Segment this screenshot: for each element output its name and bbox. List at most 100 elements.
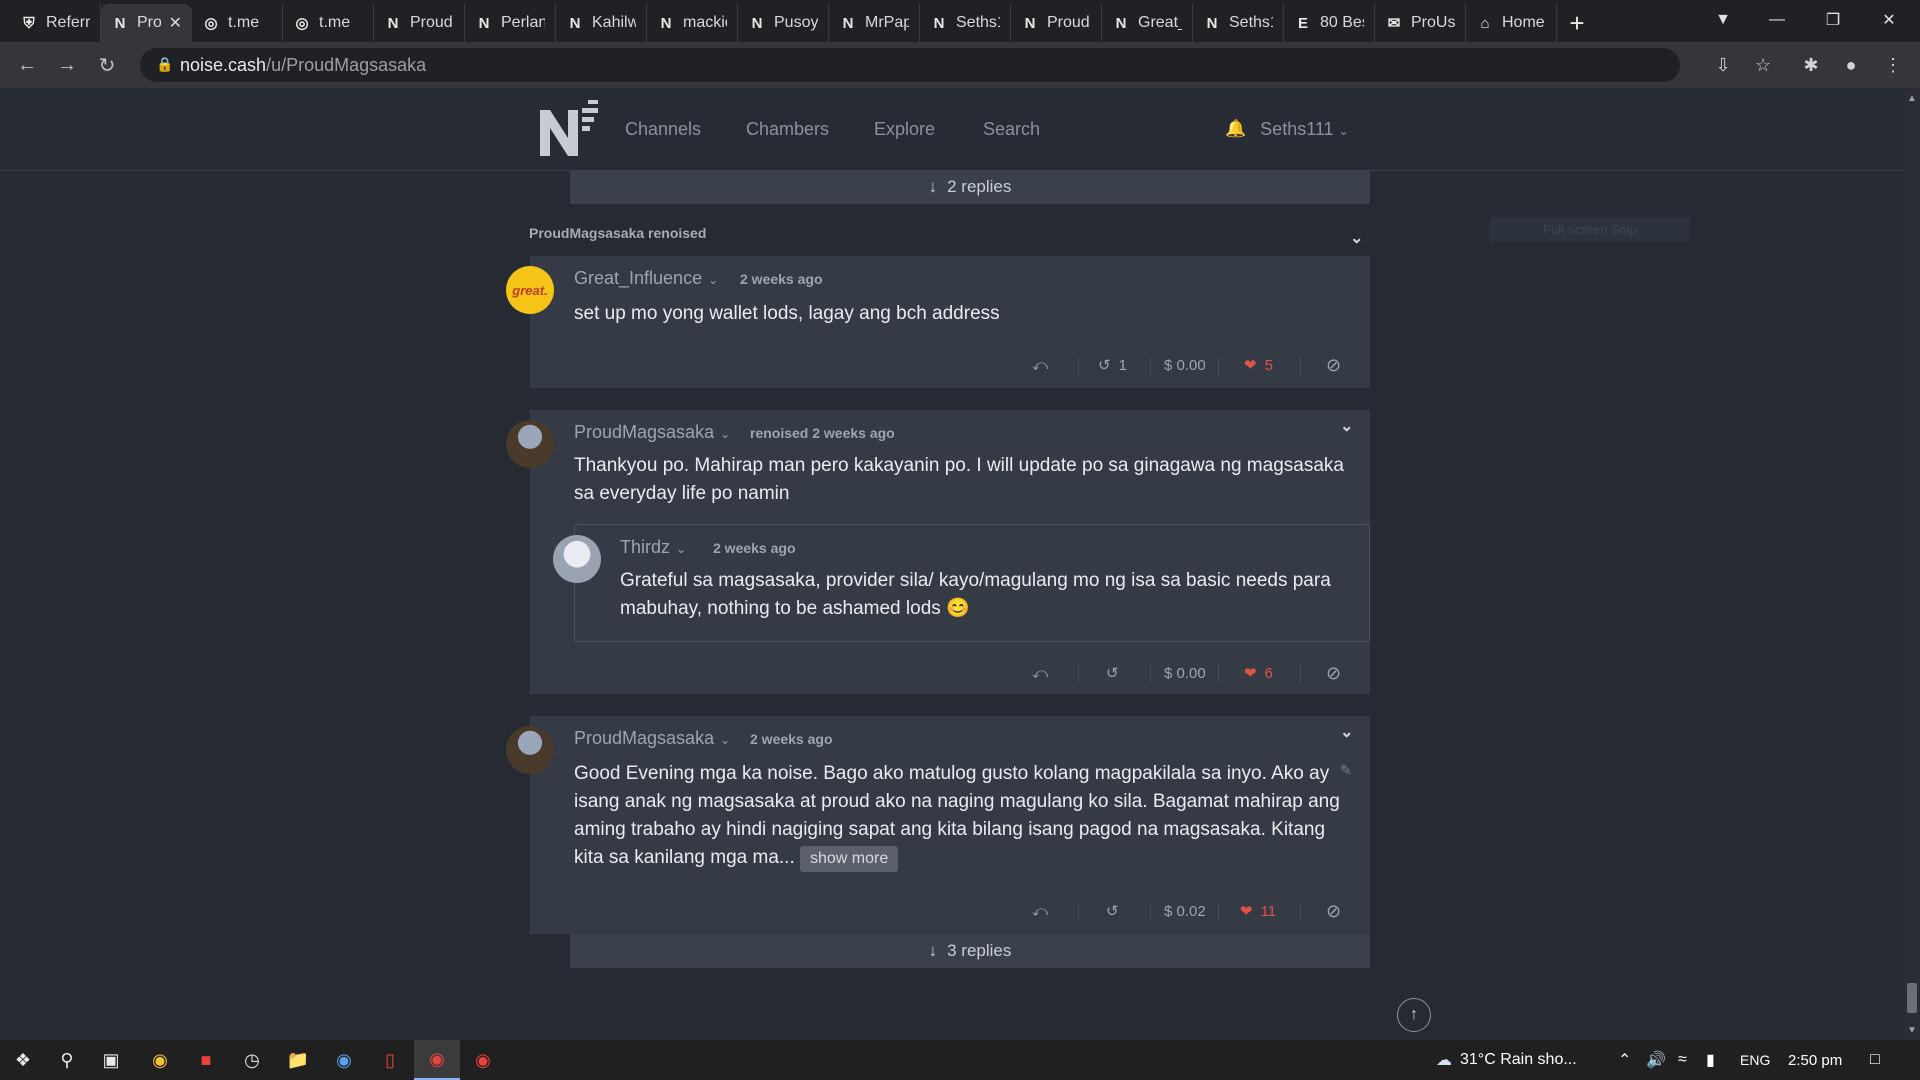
browser-tab[interactable]: N Proud [374, 4, 465, 42]
back-icon[interactable]: ← [14, 52, 40, 78]
globe-icon: ◎ [204, 15, 218, 32]
extensions-icon[interactable]: ✱ [1798, 52, 1824, 78]
browser-tab[interactable]: N Seths1 [1193, 4, 1284, 42]
browser-tab[interactable]: ⌂ Home [1466, 4, 1557, 42]
browser-tab[interactable]: E 80 Bes [1284, 4, 1375, 42]
url-field[interactable]: 🔒 noise.cash/u/ProudMagsasaka [140, 48, 1680, 82]
user-menu[interactable]: Seths111 ⌄ [1260, 119, 1348, 140]
forward-icon[interactable]: → [54, 52, 80, 78]
reply-icon[interactable]: ⤺ [1032, 350, 1048, 380]
search-icon[interactable]: ⚲ [44, 1040, 90, 1080]
browser-tab[interactable]: ⛨ Referr [10, 4, 101, 42]
quoted-post[interactable]: Thirdz ⌄ 2 weeks ago Grateful sa magsasak… [553, 524, 1370, 642]
browser-tab[interactable]: ◎ t.me [192, 4, 283, 42]
language-indicator[interactable]: ENG [1740, 1040, 1770, 1080]
weather-widget[interactable]: ☁ 31°C Rain sho... [1436, 1040, 1577, 1080]
tip-amount[interactable]: $ 0.00 [1164, 658, 1206, 688]
show-replies-button[interactable]: ↓ 3 replies [570, 934, 1370, 968]
full-screen-snip-button[interactable]: Full-screen Snip [1490, 217, 1690, 241]
like-button[interactable]: ❤ 6 [1244, 658, 1273, 688]
chevron-up-icon[interactable]: ⌃ [1618, 1040, 1631, 1080]
avatar[interactable] [506, 420, 554, 468]
browser-tab[interactable]: ✉ ProUs [1375, 4, 1466, 42]
browser-tab[interactable]: N Pusoy [738, 4, 829, 42]
chevron-down-icon[interactable]: ⌄ [1340, 416, 1353, 436]
tab-search-icon[interactable]: ▼ [1696, 0, 1750, 40]
avatar[interactable] [506, 726, 554, 774]
install-icon[interactable]: ⇩ [1710, 52, 1736, 78]
start-windows-icon[interactable]: ❖ [0, 1040, 46, 1080]
wifi-icon[interactable]: ≈ [1678, 1040, 1687, 1080]
reply-icon[interactable]: ⤺ [1032, 658, 1048, 688]
chrome-profile-icon[interactable]: ◉ [460, 1040, 506, 1080]
speedometer-icon[interactable]: ◷ [229, 1040, 275, 1080]
chrome-active-icon[interactable]: ◉ [414, 1040, 460, 1080]
minimize-icon[interactable]: — [1750, 0, 1804, 40]
nav-chambers[interactable]: Chambers [746, 88, 829, 170]
nav-search[interactable]: Search [983, 88, 1040, 170]
post-author[interactable]: ProudMagsasaka ⌄ [574, 422, 730, 443]
restore-icon[interactable]: ❐ [1806, 0, 1860, 40]
chrome-icon[interactable]: ◉ [137, 1040, 183, 1080]
chevron-down-icon[interactable]: ⌄ [1340, 722, 1353, 742]
browser-tab[interactable]: N Perlan [465, 4, 556, 42]
tab-label: Referr [46, 14, 90, 31]
new-tab-button[interactable]: + [1557, 4, 1597, 42]
file-explorer-icon[interactable]: 📁 [275, 1040, 321, 1080]
browser-tab[interactable]: ◎ t.me [283, 4, 374, 42]
block-icon[interactable]: ⊘ [1326, 350, 1341, 380]
clock[interactable]: 2:50 pm [1788, 1040, 1842, 1080]
reload-icon[interactable]: ↻ [94, 52, 120, 78]
browser-tab[interactable]: N Great_ [1102, 4, 1193, 42]
tip-amount[interactable]: $ 0.00 [1164, 350, 1206, 380]
bookmark-star-icon[interactable]: ☆ [1750, 52, 1776, 78]
post-card: ProudMagsasaka ⌄ 2 weeks ago ⌄ ✎ Good Eve… [506, 716, 1370, 934]
block-icon[interactable]: ⊘ [1326, 896, 1341, 926]
like-button[interactable]: ❤ 5 [1244, 350, 1273, 380]
browser-icon[interactable]: ◉ [321, 1040, 367, 1080]
like-button[interactable]: ❤ 11 [1240, 896, 1276, 926]
renoise-button[interactable]: ↺ 1 [1098, 350, 1127, 380]
show-replies-button[interactable]: ↓ 2 replies [570, 170, 1370, 204]
profile-avatar[interactable]: ● [1838, 52, 1864, 78]
scroll-down-arrow-icon[interactable]: ▼ [1904, 1022, 1920, 1038]
block-icon[interactable]: ⊘ [1326, 658, 1341, 688]
post-author[interactable]: ProudMagsasaka ⌄ [574, 728, 730, 749]
browser-tab[interactable]: N Proud [1011, 4, 1102, 42]
notification-bell-icon[interactable]: 🔔 [1225, 119, 1246, 139]
renoise-icon[interactable]: ↺ [1106, 896, 1119, 926]
browser-tab[interactable]: Nmackie [647, 4, 738, 42]
avatar[interactable] [553, 535, 601, 583]
browser-menu-icon[interactable]: ⋮ [1880, 52, 1906, 78]
page-scrollbar[interactable]: ▲ ▼ [1904, 88, 1920, 1040]
nav-channels[interactable]: Channels [625, 88, 701, 170]
show-more-button[interactable]: show more [800, 846, 899, 872]
browser-tab[interactable]: N Pro ✕ [101, 4, 192, 42]
browser-tab[interactable]: N Seths1 [920, 4, 1011, 42]
renoise-count: 1 [1118, 356, 1127, 374]
post-author[interactable]: Great_Influence ⌄ [574, 268, 718, 289]
renoise-icon[interactable]: ↺ [1106, 658, 1119, 688]
scroll-to-top-button[interactable]: ↑ [1397, 998, 1431, 1032]
volume-icon[interactable]: 🔊 [1646, 1040, 1666, 1080]
scrollbar-thumb[interactable] [1907, 983, 1917, 1013]
avatar[interactable]: great. [506, 266, 554, 314]
task-view-icon[interactable]: ▣ [88, 1040, 134, 1080]
browser-tab[interactable]: N Kahilw [556, 4, 647, 42]
quote-author[interactable]: Thirdz ⌄ [620, 537, 686, 558]
tip-amount[interactable]: $ 0.02 [1164, 896, 1206, 926]
battery-icon[interactable]: ▮ [1706, 1040, 1715, 1080]
app-red-icon[interactable]: ■ [183, 1040, 229, 1080]
close-window-icon[interactable]: ✕ [1862, 0, 1916, 40]
address-toolbar: ← → ↻ 🔒 noise.cash/u/ProudMagsasaka ⇩ ☆ … [0, 42, 1920, 88]
scroll-up-arrow-icon[interactable]: ▲ [1904, 90, 1920, 106]
tab-label: Home [1502, 14, 1545, 31]
noise-logo[interactable] [538, 98, 602, 158]
browser-tab[interactable]: N MrPap [829, 4, 920, 42]
reply-icon[interactable]: ⤺ [1032, 896, 1048, 926]
close-tab-icon[interactable]: ✕ [169, 13, 182, 33]
office-icon[interactable]: ▯ [367, 1040, 413, 1080]
notifications-icon[interactable]: □ [1870, 1040, 1880, 1080]
nav-explore[interactable]: Explore [874, 88, 935, 170]
chevron-down-icon[interactable]: ⌄ [1350, 228, 1363, 248]
